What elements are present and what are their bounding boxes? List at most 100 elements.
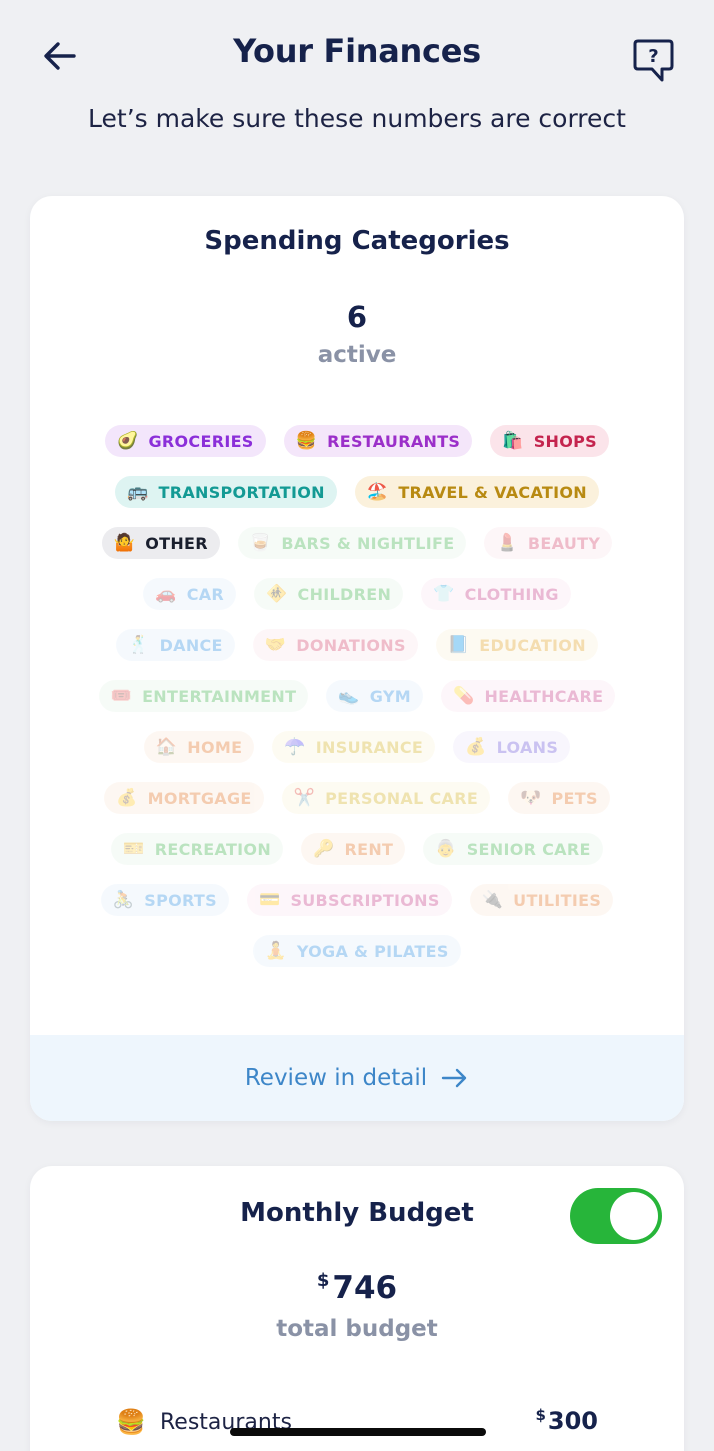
category-tag-label: EDUCATION	[479, 635, 586, 655]
category-tag-label: INSURANCE	[315, 737, 424, 757]
category-tag-label: CLOTHING	[464, 584, 559, 604]
category-emoji-icon: ☂️	[284, 736, 306, 757]
total-budget-label: total budget	[276, 1316, 438, 1342]
category-tag-label: OTHER	[145, 533, 208, 553]
category-tag[interactable]: 💄 BEAUTY	[484, 527, 613, 559]
active-count: 6	[346, 300, 368, 334]
category-emoji-icon: 🔌	[481, 889, 504, 910]
budget-amount-value: 746	[332, 1270, 398, 1306]
category-tag-label: TRANSPORTATION	[158, 482, 325, 502]
category-tag-label: UTILITIES	[513, 890, 602, 910]
monthly-budget-toggle[interactable]	[570, 1188, 662, 1244]
category-tag-label: TRAVEL & VACATION	[398, 482, 587, 502]
category-tag[interactable]: 🚴 SPORTS	[100, 884, 229, 916]
category-tag-label: PERSONAL CARE	[325, 788, 479, 808]
category-emoji-icon: 🍔	[295, 430, 318, 451]
category-emoji-icon: 🏖️	[366, 481, 389, 502]
category-emoji-icon: 🚸	[266, 583, 288, 604]
category-tag-label: MORTGAGE	[147, 788, 252, 808]
category-emoji-icon: 🥃	[249, 532, 272, 553]
category-tag[interactable]: 🛍️ SHOPS	[490, 425, 609, 457]
category-tag-label: GYM	[369, 686, 411, 706]
category-tag[interactable]: 👵 SENIOR CARE	[423, 833, 603, 865]
category-tag[interactable]: 🔌 UTILITIES	[469, 884, 614, 916]
category-emoji-icon: 📘	[447, 634, 470, 655]
category-emoji-icon: 🐶	[520, 787, 542, 808]
review-in-detail-label: Review in detail	[244, 1065, 428, 1091]
category-tag[interactable]: 🍔 RESTAURANTS	[283, 425, 473, 457]
category-tag[interactable]: 👟 GYM	[326, 680, 423, 712]
category-tag-label: RECREATION	[154, 839, 272, 859]
page-title: Your Finances	[233, 32, 481, 70]
budget-row-currency: $	[535, 1406, 546, 1424]
category-tag[interactable]: 🚸 CHILDREN	[254, 578, 404, 610]
category-tags: 🥑 GROCERIES 🍔 RESTAURANTS 🛍️ SHOPS 🚌 TRANSPORTA…	[80, 425, 634, 967]
budget-row-amount: 300	[547, 1407, 598, 1435]
category-emoji-icon: 🕺	[128, 634, 150, 655]
budget-row-value: $300	[535, 1406, 598, 1435]
category-tag-label: GROCERIES	[148, 431, 254, 451]
help-button[interactable]: ?	[630, 36, 678, 84]
category-tag-label: SENIOR CARE	[466, 839, 591, 859]
category-tag[interactable]: 🔑 RENT	[301, 833, 406, 865]
category-tag-label: CAR	[186, 584, 225, 604]
category-emoji-icon: 🤷	[113, 532, 136, 553]
category-tag[interactable]: 💊 HEALTHCARE	[440, 680, 616, 712]
category-emoji-icon: 👵	[435, 838, 457, 859]
category-tag-label: HEALTHCARE	[484, 686, 604, 706]
category-tag-label: SUBSCRIPTIONS	[290, 890, 440, 910]
burger-icon: 🍔	[116, 1408, 146, 1436]
category-tag[interactable]: 🐶 PETS	[508, 782, 610, 814]
category-emoji-icon: 💄	[496, 532, 518, 553]
category-tag[interactable]: 🕺 DANCE	[116, 629, 235, 661]
category-tag-label: PETS	[551, 788, 598, 808]
category-tag[interactable]: ✂️ PERSONAL CARE	[281, 782, 491, 814]
category-tag-label: DANCE	[159, 635, 223, 655]
category-tag-label: HOME	[187, 737, 243, 757]
home-indicator	[230, 1428, 486, 1436]
svg-text:?: ?	[648, 46, 658, 67]
category-emoji-icon: 👕	[433, 583, 455, 604]
category-tag-label: RENT	[344, 839, 394, 859]
category-tag[interactable]: 🤝 DONATIONS	[252, 629, 418, 661]
toggle-knob	[610, 1192, 658, 1240]
spending-categories-card: Spending Categories 6 active 🥑 GROCERIES 🍔…	[30, 196, 684, 1121]
category-tag[interactable]: 🥃 BARS & NIGHTLIFE	[237, 527, 467, 559]
category-emoji-icon: 💰	[116, 787, 138, 808]
category-emoji-icon: 👟	[338, 685, 360, 706]
category-tag-label: YOGA & PILATES	[296, 941, 449, 961]
category-tag[interactable]: 💰 MORTGAGE	[104, 782, 264, 814]
category-tag-label: SPORTS	[144, 890, 217, 910]
category-tag[interactable]: 🎫 RECREATION	[111, 833, 284, 865]
category-tag[interactable]: ☂️ INSURANCE	[272, 731, 436, 763]
total-budget-amount: $746	[30, 1270, 684, 1306]
category-emoji-icon: 💊	[452, 685, 475, 706]
category-tag[interactable]: 🚌 TRANSPORTATION	[115, 476, 337, 508]
category-tag[interactable]: 💳 SUBSCRIPTIONS	[246, 884, 452, 916]
category-tag[interactable]: 🧘 YOGA & PILATES	[253, 935, 461, 967]
help-chat-icon: ?	[633, 39, 674, 82]
category-emoji-icon: 🏠	[155, 736, 178, 757]
category-emoji-icon: 🛍️	[502, 430, 524, 451]
category-tag[interactable]: 🥑 GROCERIES	[105, 425, 266, 457]
spending-categories-title: Spending Categories	[204, 226, 510, 256]
category-tag[interactable]: 💰 LOANS	[453, 731, 571, 763]
category-tag[interactable]: 🏖️ TRAVEL & VACATION	[354, 476, 599, 508]
category-tag[interactable]: 🏠 HOME	[143, 731, 255, 763]
category-tag-label: ENTERTAINMENT	[142, 686, 297, 706]
category-emoji-icon: 🥑	[117, 430, 139, 451]
category-emoji-icon: 🚌	[127, 481, 149, 502]
page-subtitle: Let’s make sure these numbers are correc…	[88, 104, 626, 133]
category-emoji-icon: 💳	[258, 889, 281, 910]
review-in-detail-button[interactable]: Review in detail	[30, 1035, 684, 1121]
category-tag[interactable]: 📘 EDUCATION	[435, 629, 598, 661]
category-tag-label: RESTAURANTS	[327, 431, 461, 451]
category-tag[interactable]: 👕 CLOTHING	[421, 578, 571, 610]
active-label: active	[317, 342, 397, 368]
category-emoji-icon: 🧘	[265, 940, 287, 961]
category-tag[interactable]: 🚗 CAR	[143, 578, 237, 610]
category-tag-label: CHILDREN	[297, 584, 392, 604]
category-tag[interactable]: 🤷 OTHER	[101, 527, 220, 559]
category-tag[interactable]: 🎟️ ENTERTAINMENT	[98, 680, 309, 712]
category-tag-label: BARS & NIGHTLIFE	[281, 533, 455, 553]
